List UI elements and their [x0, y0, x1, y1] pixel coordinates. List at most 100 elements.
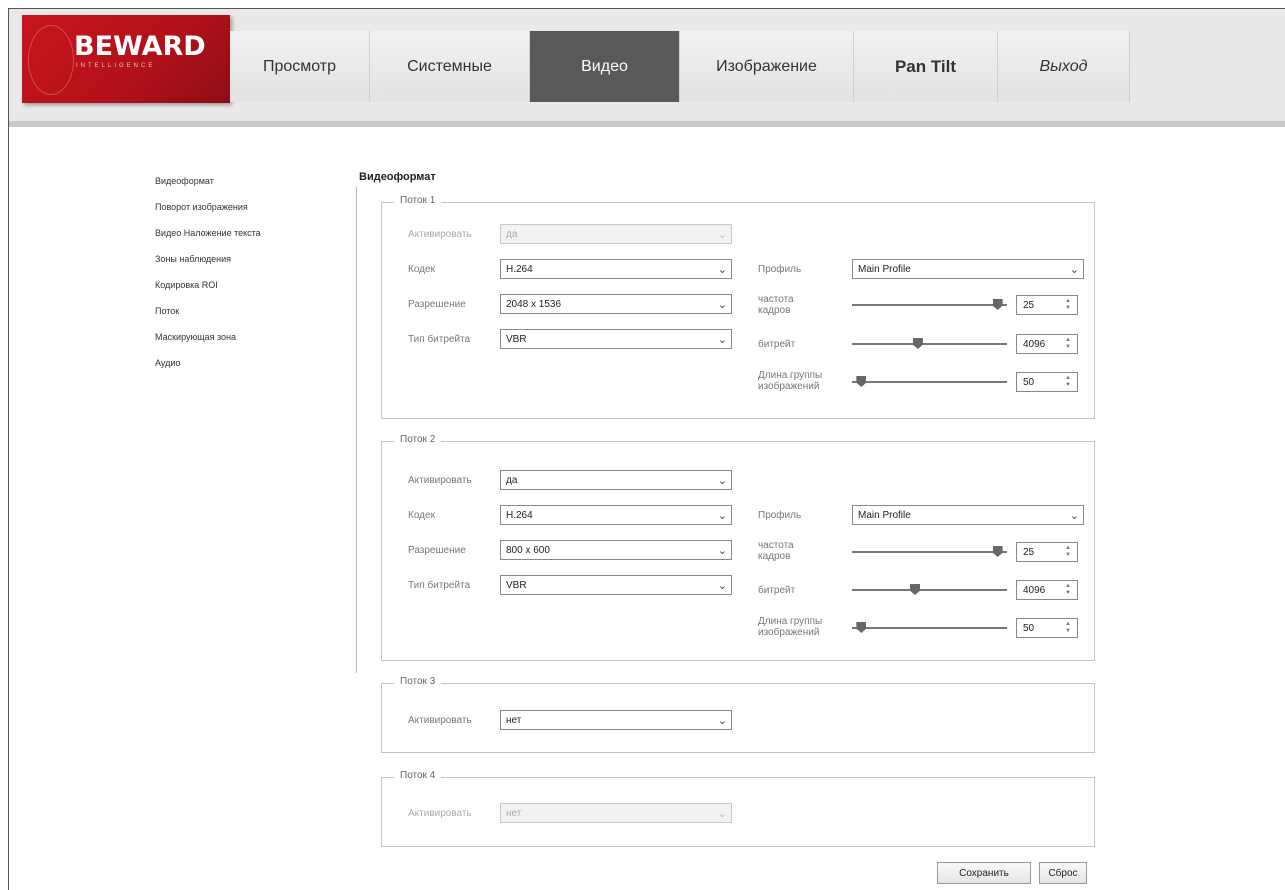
- slider-thumb[interactable]: [992, 546, 1003, 557]
- bitrate-input[interactable]: 4096 ▲ ▼: [1016, 334, 1078, 354]
- bitrate-slider[interactable]: [852, 338, 1007, 349]
- nav-system[interactable]: Системные: [370, 31, 530, 102]
- framerate-slider[interactable]: [852, 546, 1007, 557]
- profile-select[interactable]: Main Profile ⌄: [852, 505, 1084, 525]
- sidebar-item-text-overlay[interactable]: Видео Наложение текста: [155, 227, 261, 253]
- slider-thumb[interactable]: [912, 338, 923, 349]
- spinner-arrows-icon[interactable]: ▲ ▼: [1065, 621, 1071, 635]
- beward-logo: BEWARD INTELLIGENCE: [22, 15, 230, 103]
- browser-viewport: BEWARD INTELLIGENCE Просмотр Системные В…: [8, 8, 1285, 890]
- framerate-slider[interactable]: [852, 299, 1007, 310]
- select-value: VBR: [506, 580, 527, 591]
- chevron-down-icon: ⌄: [1069, 263, 1079, 276]
- framerate-label: частота кадров: [758, 540, 794, 562]
- slider-thumb[interactable]: [856, 376, 867, 387]
- framerate-input[interactable]: 25 ▲ ▼: [1016, 295, 1078, 315]
- chevron-down-icon: ⌄: [1069, 509, 1079, 522]
- bitrate-type-select[interactable]: VBR ⌄: [500, 329, 732, 349]
- profile-select[interactable]: Main Profile ⌄: [852, 259, 1084, 279]
- spinner-arrows-icon[interactable]: ▲ ▼: [1065, 583, 1071, 597]
- activate-select[interactable]: да ⌄: [500, 224, 732, 244]
- stream-2-group: Поток 2 Активировать да ⌄ Кодек H.264 ⌄ Ра…: [381, 434, 1095, 661]
- sidebar-item-zones[interactable]: Зоны наблюдения: [155, 253, 261, 279]
- nav-logout[interactable]: Выход: [998, 31, 1130, 102]
- select-value: H.264: [506, 510, 533, 521]
- bitrate-type-label: Тип битрейта: [408, 334, 471, 345]
- codec-select[interactable]: H.264 ⌄: [500, 505, 732, 525]
- save-button[interactable]: Сохранить: [937, 862, 1031, 884]
- input-value: 25: [1023, 300, 1035, 311]
- sidebar-item-stream[interactable]: Поток: [155, 305, 261, 331]
- gop-input[interactable]: 50 ▲ ▼: [1016, 618, 1078, 638]
- codec-select[interactable]: H.264 ⌄: [500, 259, 732, 279]
- activate-select[interactable]: да ⌄: [500, 470, 732, 490]
- input-value: 4096: [1023, 585, 1046, 596]
- sidebar-item-audio[interactable]: Аудио: [155, 357, 261, 383]
- framerate-label: частота кадров: [758, 294, 794, 316]
- bitrate-input[interactable]: 4096 ▲ ▼: [1016, 580, 1078, 600]
- gop-input[interactable]: 50 ▲ ▼: [1016, 372, 1078, 392]
- globe-icon: [28, 25, 74, 95]
- spinner-arrows-icon[interactable]: ▲ ▼: [1065, 298, 1071, 312]
- sidebar: Видеоформат Поворот изображения Видео На…: [155, 175, 261, 383]
- framerate-input[interactable]: 25 ▲ ▼: [1016, 542, 1078, 562]
- sidebar-item-mask[interactable]: Маскирующая зона: [155, 331, 261, 357]
- bitrate-slider[interactable]: [852, 584, 1007, 595]
- spinner-arrows-icon[interactable]: ▲ ▼: [1065, 337, 1071, 351]
- sidebar-item-rotation[interactable]: Поворот изображения: [155, 201, 261, 227]
- select-value: Main Profile: [858, 510, 911, 521]
- activate-select[interactable]: нет ⌄: [500, 803, 732, 823]
- reset-button[interactable]: Сброс: [1039, 862, 1087, 884]
- bitrate-label: битрейт: [758, 585, 796, 596]
- header-divider: [9, 121, 1285, 127]
- select-value: да: [506, 475, 518, 486]
- chevron-down-icon: ⌄: [717, 228, 727, 241]
- profile-label: Профиль: [758, 264, 802, 275]
- activate-select[interactable]: нет ⌄: [500, 710, 732, 730]
- slider-thumb[interactable]: [910, 584, 920, 595]
- sidebar-item-roi[interactable]: Кодировка ROI: [155, 279, 261, 305]
- select-value: да: [506, 229, 518, 240]
- chevron-down-icon: ⌄: [717, 333, 727, 346]
- nav-video[interactable]: Видео: [530, 31, 680, 102]
- stream-legend: Поток 3: [394, 676, 442, 687]
- nav-view[interactable]: Просмотр: [230, 31, 370, 102]
- stream-legend: Поток 1: [394, 195, 442, 206]
- chevron-down-icon: ⌄: [717, 298, 727, 311]
- codec-label: Кодек: [408, 264, 435, 275]
- resolution-select[interactable]: 2048 x 1536 ⌄: [500, 294, 732, 314]
- gop-slider[interactable]: [852, 622, 1007, 633]
- chevron-down-icon: ⌄: [717, 263, 727, 276]
- gop-slider[interactable]: [852, 376, 1007, 387]
- gop-label: Длина группы изображений: [758, 616, 823, 638]
- chevron-down-icon: ⌄: [717, 509, 727, 522]
- gop-label: Длина группы изображений: [758, 370, 823, 392]
- bitrate-type-select[interactable]: VBR ⌄: [500, 575, 732, 595]
- sidebar-item-videoformat[interactable]: Видеоформат: [155, 175, 261, 201]
- slider-thumb[interactable]: [856, 622, 867, 633]
- bitrate-label: битрейт: [758, 339, 796, 350]
- chevron-down-icon: ⌄: [717, 474, 727, 487]
- content-divider: [356, 187, 357, 673]
- resolution-select[interactable]: 800 x 600 ⌄: [500, 540, 732, 560]
- select-value: 800 x 600: [506, 545, 550, 556]
- stream-legend: Поток 4: [394, 770, 442, 781]
- select-value: Main Profile: [858, 264, 911, 275]
- profile-label: Профиль: [758, 510, 802, 521]
- nav-pan-tilt[interactable]: Pan Tilt: [854, 31, 998, 102]
- stream-legend: Поток 2: [394, 434, 442, 445]
- activate-label: Активировать: [408, 715, 472, 726]
- select-value: VBR: [506, 334, 527, 345]
- select-value: нет: [506, 808, 522, 819]
- logo-tagline: INTELLIGENCE: [76, 63, 156, 69]
- activate-label: Активировать: [408, 229, 472, 240]
- input-value: 4096: [1023, 339, 1046, 350]
- slider-thumb[interactable]: [992, 299, 1003, 310]
- resolution-label: Разрешение: [408, 545, 466, 556]
- spinner-arrows-icon[interactable]: ▲ ▼: [1065, 545, 1071, 559]
- stream-1-group: Поток 1 Активировать да ⌄ Кодек H.264 ⌄ Ра…: [381, 195, 1095, 419]
- bitrate-type-label: Тип битрейта: [408, 580, 471, 591]
- stream-4-group: Поток 4 Активировать нет ⌄: [381, 770, 1095, 847]
- spinner-arrows-icon[interactable]: ▲ ▼: [1065, 375, 1071, 389]
- nav-image[interactable]: Изображение: [680, 31, 854, 102]
